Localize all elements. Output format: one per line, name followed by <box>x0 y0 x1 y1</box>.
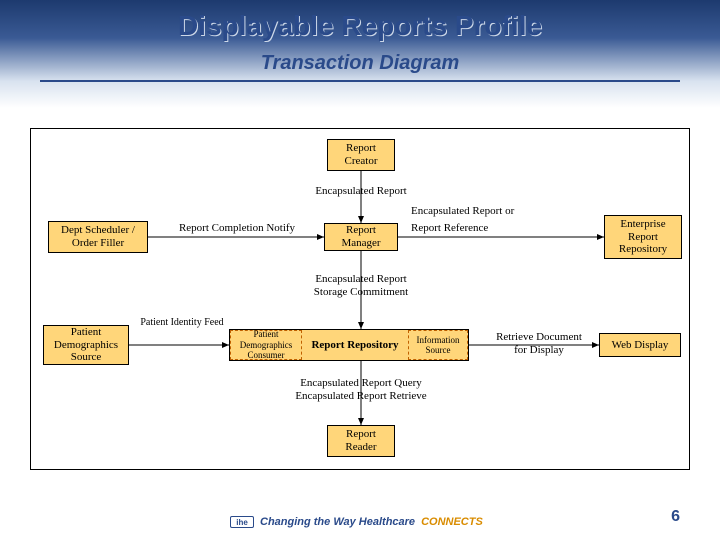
node-web-display: Web Display <box>599 333 681 357</box>
title-underline <box>40 80 680 82</box>
slide-subtitle: Transaction Diagram <box>0 52 720 75</box>
label-query-retrieve: Encapsulated Report QueryEncapsulated Re… <box>247 377 475 402</box>
label-encapsulated-report: Encapsulated Report <box>263 185 459 198</box>
node-report-reader: ReportReader <box>327 425 395 457</box>
node-information-source: InformationSource <box>408 330 468 360</box>
label-report-completion-notify: Report Completion Notify <box>157 222 317 235</box>
diagram-arrows <box>31 129 691 471</box>
ihe-logo-icon: ihe <box>230 516 254 528</box>
label-report-reference: Report Reference <box>411 222 581 235</box>
slide-title: Displayable Reports Profile <box>0 10 720 42</box>
label-patient-identity-feed: Patient Identity Feed <box>117 317 247 329</box>
node-enterprise-repo: EnterpriseReportRepository <box>604 215 682 259</box>
footer-text-b: CONNECTS <box>421 516 483 528</box>
label-retrieve-for-display: Retrieve Documentfor Display <box>479 331 599 356</box>
node-dept-scheduler: Dept Scheduler /Order Filler <box>48 221 148 253</box>
label-storage-commitment: Encapsulated ReportStorage Commitment <box>259 273 463 298</box>
transaction-diagram: ReportCreator Encapsulated Report Encaps… <box>30 128 690 470</box>
footer-text-a: Changing the Way Healthcare <box>260 516 415 528</box>
node-report-creator: ReportCreator <box>327 139 395 171</box>
label-encapsulated-report-or: Encapsulated Report or <box>411 205 607 218</box>
node-patient-demo-consumer: PatientDemographicsConsumer <box>230 330 302 360</box>
footer-tagline: ihe Changing the Way Healthcare CONNECTS <box>230 516 483 528</box>
page-number: 6 <box>671 508 680 526</box>
node-report-repository: Report Repository <box>302 330 408 360</box>
node-patient-demo-source: PatientDemographicsSource <box>43 325 129 365</box>
node-report-manager: ReportManager <box>324 223 398 251</box>
node-report-repository-container: PatientDemographicsConsumer Report Repos… <box>229 329 469 361</box>
